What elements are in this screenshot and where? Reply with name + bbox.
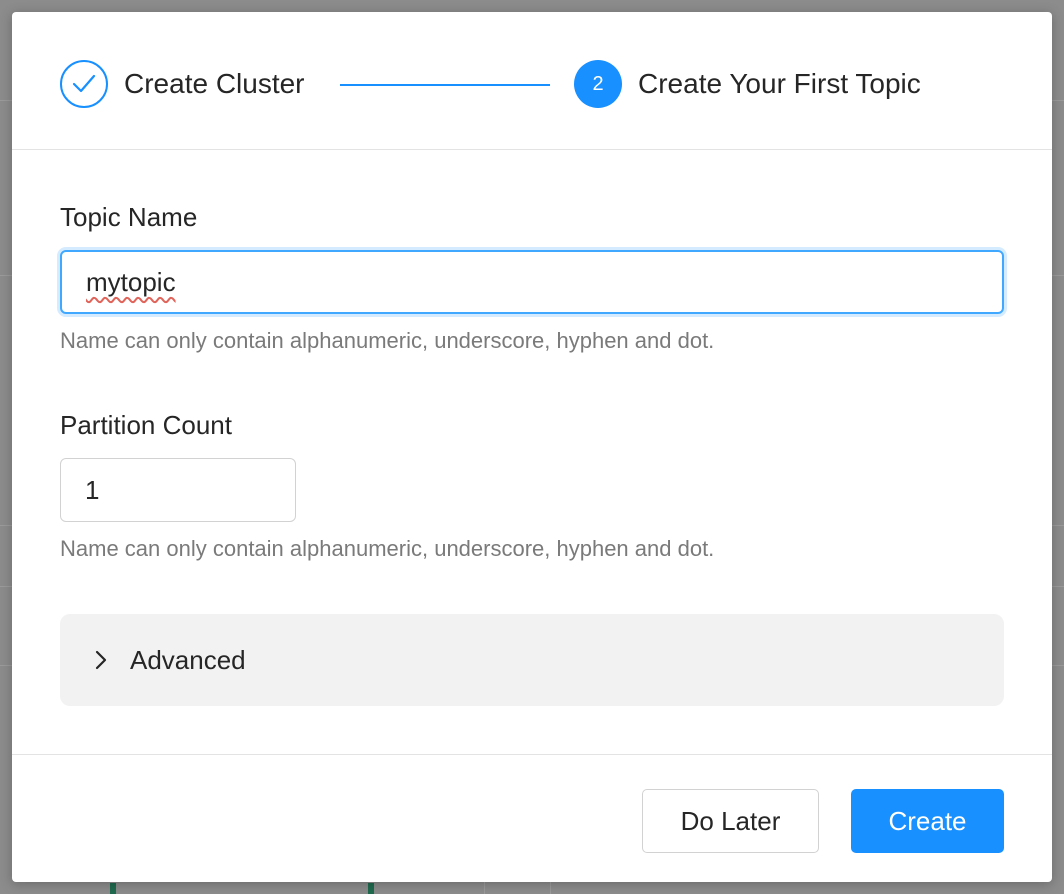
step-create-cluster: Create Cluster	[60, 60, 305, 108]
create-button[interactable]: Create	[851, 789, 1004, 853]
advanced-label: Advanced	[130, 644, 246, 675]
check-icon	[60, 60, 108, 108]
background-divider	[484, 882, 485, 894]
step-connector	[340, 84, 550, 86]
partition-count-input[interactable]: 1	[60, 458, 296, 522]
background-chart-bar	[368, 883, 374, 894]
step-create-topic: 2 Create Your First Topic	[574, 60, 921, 108]
chevron-right-icon	[94, 649, 108, 671]
create-topic-modal: Create Cluster 2 Create Your First Topic…	[12, 12, 1052, 882]
topic-name-help: Name can only contain alphanumeric, unde…	[60, 328, 715, 353]
background-chart-bar	[110, 883, 116, 894]
step-label: Create Cluster	[124, 68, 305, 99]
modal-footer: Do Later Create	[12, 754, 1052, 883]
stepper: Create Cluster 2 Create Your First Topic	[12, 12, 1052, 150]
do-later-button[interactable]: Do Later	[642, 789, 819, 853]
partition-count-help: Name can only contain alphanumeric, unde…	[60, 536, 715, 561]
topic-name-label: Topic Name	[60, 202, 198, 232]
step-label: Create Your First Topic	[638, 68, 921, 99]
partition-count-label: Partition Count	[60, 410, 232, 440]
topic-name-value: mytopic	[86, 266, 176, 297]
partition-count-value: 1	[85, 474, 100, 505]
topic-name-input[interactable]: mytopic	[60, 250, 1004, 314]
step-number-badge: 2	[574, 60, 622, 108]
advanced-collapse[interactable]: Advanced	[60, 614, 1004, 706]
background-divider	[550, 882, 551, 894]
